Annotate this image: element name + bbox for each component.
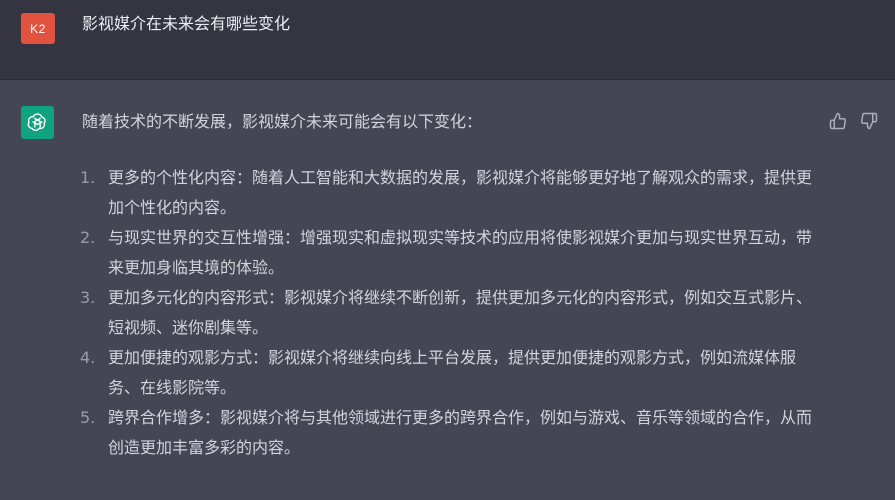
list-item: 4. 更加便捷的观影方式：影视媒介将继续向线上平台发展，提供更加便捷的观影方式，…: [80, 343, 816, 403]
thumbs-down-icon: [860, 112, 878, 130]
list-item-number: 5.: [80, 408, 96, 427]
thumbs-up-button[interactable]: [829, 112, 849, 132]
assistant-message-row: 随着技术的不断发展，影视媒介未来可能会有以下变化： 1. 更多的个性化内容：随着…: [0, 80, 895, 500]
list-item: 5. 跨界合作增多：影视媒介将与其他领域进行更多的跨界合作，例如与游戏、音乐等领…: [80, 403, 816, 463]
answer-list: 1. 更多的个性化内容：随着人工智能和大数据的发展，影视媒介将能够更好地了解观众…: [80, 163, 816, 463]
openai-logo-icon: [27, 113, 46, 131]
list-item: 2. 与现实世界的交互性增强：增强现实和虚拟现实等技术的应用将使影视媒介更加与现…: [80, 223, 816, 283]
user-message-row: K2 影视媒介在未来会有哪些变化: [0, 0, 895, 80]
list-item-text: 更加多元化的内容形式：影视媒介将继续不断创新，提供更加多元化的内容形式，例如交互…: [108, 288, 813, 337]
thumbs-up-icon: [829, 112, 847, 130]
list-item: 3. 更加多元化的内容形式：影视媒介将继续不断创新，提供更加多元化的内容形式，例…: [80, 283, 816, 343]
user-message-text: 影视媒介在未来会有哪些变化: [82, 14, 291, 33]
list-item-number: 3.: [80, 288, 96, 307]
user-avatar: K2: [21, 13, 55, 44]
list-item-number: 4.: [80, 348, 96, 367]
thumbs-down-button[interactable]: [860, 112, 880, 132]
list-item-text: 更加便捷的观影方式：影视媒介将继续向线上平台发展，提供更加便捷的观影方式，例如流…: [108, 348, 797, 397]
assistant-avatar: [21, 106, 54, 139]
list-item-number: 2.: [80, 228, 96, 247]
list-item-text: 更多的个性化内容：随着人工智能和大数据的发展，影视媒介将能够更好地了解观众的需求…: [108, 168, 813, 217]
list-item-text: 与现实世界的交互性增强：增强现实和虚拟现实等技术的应用将使影视媒介更加与现实世界…: [108, 228, 813, 277]
assistant-intro-text: 随着技术的不断发展，影视媒介未来可能会有以下变化：: [82, 112, 483, 131]
list-item: 1. 更多的个性化内容：随着人工智能和大数据的发展，影视媒介将能够更好地了解观众…: [80, 163, 816, 223]
list-item-number: 1.: [80, 168, 96, 187]
list-item-text: 跨界合作增多：影视媒介将与其他领域进行更多的跨界合作，例如与游戏、音乐等领域的合…: [108, 408, 813, 457]
chat-page: K2 影视媒介在未来会有哪些变化 随着技术的不断发展，影视媒介未来可能会有以下变…: [0, 0, 895, 500]
